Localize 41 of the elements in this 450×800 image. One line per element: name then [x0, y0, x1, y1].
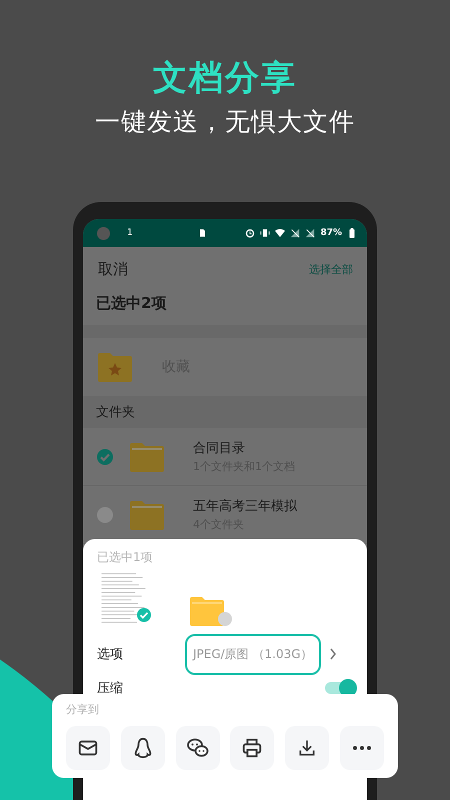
select-all-button[interactable]: 选择全部 — [309, 262, 353, 276]
no-signal-icon — [305, 228, 316, 238]
selection-badge[interactable] — [137, 608, 151, 622]
folder-icon — [190, 596, 224, 626]
mail-share-button[interactable] — [66, 726, 110, 770]
camera-icon — [97, 226, 110, 240]
folder-icon — [130, 500, 164, 530]
wifi-icon — [275, 228, 286, 238]
compress-label: 压缩 — [97, 680, 124, 697]
chat-share-button[interactable] — [176, 726, 220, 770]
notification-count: 1 — [127, 228, 133, 238]
download-share-button[interactable] — [285, 726, 330, 770]
selection-circle[interactable] — [97, 506, 113, 522]
options-label: 选项 — [97, 646, 124, 663]
battery-level: 87% — [320, 228, 342, 238]
selection-title: 已选中2项 — [95, 293, 168, 314]
vibrate-icon — [260, 228, 270, 238]
cancel-button[interactable]: 取消 — [98, 260, 128, 278]
banner-subtitle: 一键发送，无惧大文件 — [95, 106, 355, 138]
format-selector[interactable]: JPEG/原图 （1.03G） — [185, 634, 321, 674]
selection-circle[interactable] — [97, 448, 113, 464]
selection-badge[interactable] — [218, 612, 232, 626]
banner-title: 文档分享 — [153, 58, 297, 98]
download-icon — [297, 738, 318, 758]
no-signal-icon — [290, 228, 300, 238]
sim-icon — [200, 229, 205, 237]
share-title: 分享到 — [66, 702, 100, 717]
alarm-icon — [245, 228, 256, 238]
penguin-share-button[interactable] — [120, 726, 165, 770]
printer-icon — [241, 737, 264, 759]
sheet-title: 已选中1项 — [97, 549, 154, 566]
print-share-button[interactable] — [230, 726, 274, 770]
section-header: 文件夹 — [83, 396, 367, 428]
more-share-button[interactable] — [340, 726, 384, 770]
star-folder-icon — [98, 352, 132, 382]
folder-name: 五年高考三年模拟 — [193, 498, 297, 515]
folder-name: 合同目录 — [193, 440, 246, 457]
chevron-right-icon[interactable] — [328, 648, 337, 660]
folder-icon — [130, 442, 164, 472]
battery-icon — [347, 228, 357, 238]
more-icon — [352, 745, 372, 751]
